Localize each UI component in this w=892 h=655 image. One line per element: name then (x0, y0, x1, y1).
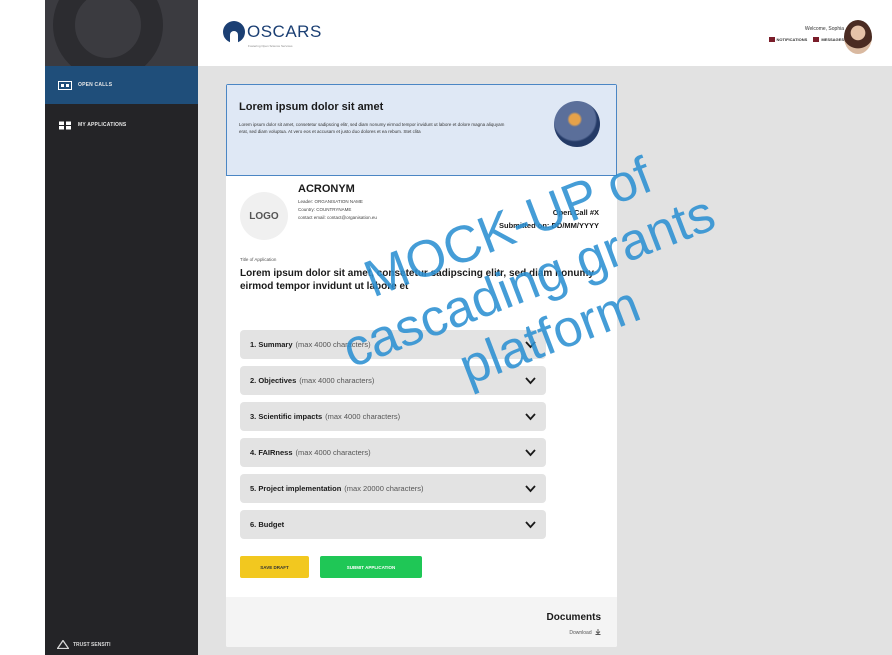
submit-application-button[interactable]: SUBMIT APPLICATION (320, 556, 422, 578)
section-fairness[interactable]: 4. FAIRness (max 4000 characters) (240, 438, 546, 467)
section-label: 2. Objectives (250, 376, 297, 385)
section-scientific-impacts[interactable]: 3. Scientific impacts (max 4000 characte… (240, 402, 546, 431)
download-label: Download (569, 630, 592, 636)
documents-panel: Documents Download (226, 597, 617, 647)
organisation-logo: LOGO (240, 192, 288, 240)
sidebar-item-my-applications[interactable]: MY APPLICATIONS (45, 106, 198, 144)
section-label: 5. Project implementation (250, 484, 342, 493)
envelope-icon (813, 37, 820, 42)
sidebar-brand-area (45, 0, 198, 66)
top-links: NOTIFICATIONS MESSAGES (768, 37, 844, 42)
sidebar-footer-label: TRUST SENSITI (73, 641, 111, 648)
section-hint: (max 4000 characters) (295, 340, 371, 349)
chevron-down-icon (525, 521, 536, 529)
sidebar: OPEN CALLS MY APPLICATIONS TRUST SENSITI (45, 0, 198, 655)
messages-label: MESSAGES (821, 37, 844, 42)
banner-text: Lorem ipsum dolor sit amet, consetetur s… (239, 122, 505, 134)
welcome-text: Welcome, Sophia (804, 26, 844, 32)
section-summary[interactable]: 1. Summary (max 4000 characters) (240, 330, 546, 359)
section-objectives[interactable]: 2. Objectives (max 4000 characters) (240, 366, 546, 395)
app-window: OPEN CALLS MY APPLICATIONS TRUST SENSITI… (0, 0, 892, 655)
messages-link[interactable]: MESSAGES (813, 37, 844, 42)
documents-title: Documents (546, 612, 601, 623)
notifications-label: NOTIFICATIONS (776, 37, 808, 42)
oscars-logo[interactable]: OSCARS (223, 21, 322, 43)
save-draft-button[interactable]: SAVE DRAFT (240, 556, 309, 578)
sidebar-item-label: MY APPLICATIONS (78, 122, 127, 128)
section-label: 6. Budget (250, 520, 285, 529)
leader-text: Leader: ORGANISATION NAME (298, 199, 363, 204)
notifications-link[interactable]: NOTIFICATIONS (768, 37, 808, 42)
bell-icon (768, 37, 775, 42)
contact-email: contact email: contact@organisation.eu (298, 215, 377, 220)
section-label: 4. FAIRness (250, 448, 293, 457)
sidebar-item-open-calls[interactable]: OPEN CALLS (45, 66, 198, 104)
chevron-down-icon (525, 485, 536, 493)
logo-text: OSCARS (247, 22, 322, 41)
chevron-down-icon (525, 377, 536, 385)
chevron-down-icon (525, 341, 536, 349)
chevron-down-icon (525, 413, 536, 421)
section-label: 3. Scientific impacts (250, 412, 323, 421)
section-hint: (max 4000 characters) (295, 448, 371, 457)
sidebar-footer: TRUST SENSITI (57, 640, 111, 649)
download-icon (595, 629, 601, 635)
section-hint: (max 20000 characters) (344, 484, 424, 493)
avatar[interactable] (844, 20, 872, 54)
application-title: Lorem ipsum dolor sit amet, consetetur s… (240, 268, 594, 292)
project-acronym: ACRONYM (298, 183, 355, 195)
call-banner: Lorem ipsum dolor sit amet Lorem ipsum d… (226, 84, 617, 176)
section-label: 1. Summary (250, 340, 293, 349)
top-bar: OSCARS Fostering Open Science Services W… (198, 0, 892, 66)
open-call-label: Open Call #X (552, 208, 599, 217)
sidebar-item-label: OPEN CALLS (78, 82, 113, 88)
grid-icon (59, 121, 71, 129)
section-hint: (max 4000 characters) (299, 376, 375, 385)
banner-image (554, 101, 600, 147)
application-card: Lorem ipsum dolor sit amet Lorem ipsum d… (226, 84, 617, 647)
section-budget[interactable]: 6. Budget (240, 510, 546, 539)
brand-swoosh-icon (53, 0, 163, 66)
oscars-logo-icon (223, 21, 245, 43)
logo-subtitle: Fostering Open Science Services (248, 44, 293, 48)
title-label: Title of Application (240, 257, 277, 262)
section-project-implementation[interactable]: 5. Project implementation (max 20000 cha… (240, 474, 546, 503)
country-text: Country: COUNTRYNAME (298, 207, 352, 212)
calendar-icon (58, 80, 72, 90)
chevron-down-icon (525, 449, 536, 457)
banner-title: Lorem ipsum dolor sit amet (239, 101, 384, 113)
submitted-date: Submitted on: DD/MM/YYYY (499, 221, 599, 230)
section-hint: (max 4000 characters) (325, 412, 401, 421)
triangle-logo-icon (57, 640, 69, 649)
download-link[interactable]: Download (569, 629, 601, 636)
